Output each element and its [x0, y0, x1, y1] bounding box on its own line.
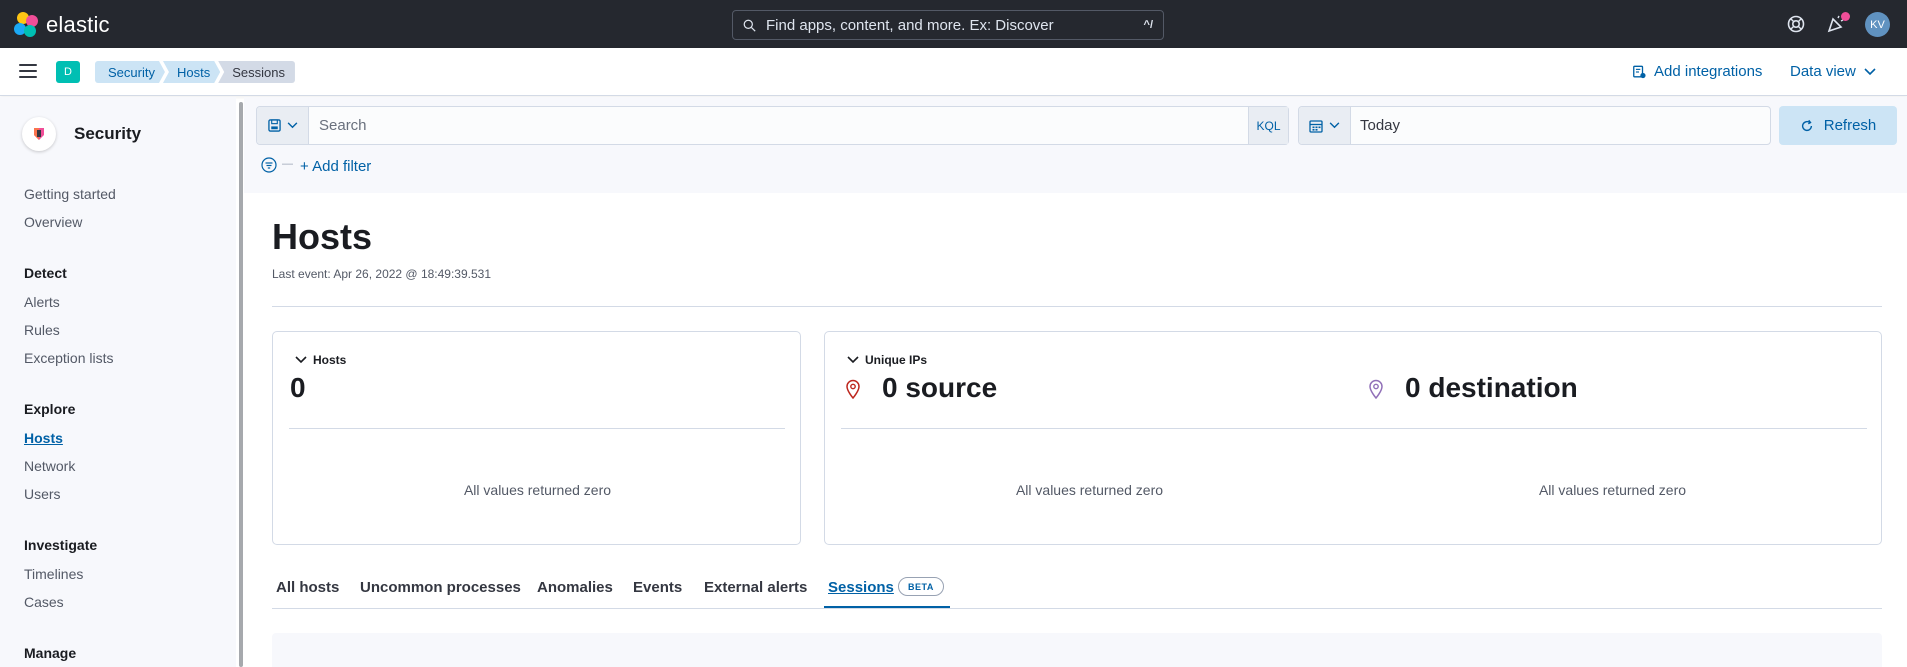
header-divider [272, 306, 1882, 307]
sidebar-title: Security [74, 124, 142, 143]
unique-ips-source-value: 0 source [882, 372, 998, 403]
unique-ips-kpi-panel: Unique IPs 0 source 0 destination All va… [824, 331, 1882, 545]
hosts-kpi-divider [289, 428, 785, 429]
sidebar-item-getting-started[interactable]: Getting started [24, 186, 116, 202]
sidebar-header: Security [22, 117, 141, 151]
data-view-menu[interactable]: Data view [1790, 63, 1876, 80]
quick-date-button[interactable] [1299, 107, 1351, 144]
refresh-button[interactable]: Refresh [1779, 106, 1897, 145]
breadcrumb-bar: D Security Hosts Sessions Add integratio… [0, 48, 1907, 96]
sidebar-group-explore: Explore [24, 401, 76, 417]
top-header: elastic Find apps, content, and more. Ex… [0, 0, 1907, 48]
search-icon [743, 19, 756, 32]
saved-query-icon [267, 119, 281, 132]
sessions-content-area [272, 633, 1882, 667]
tab-external-alerts[interactable]: External alerts [704, 579, 807, 596]
menu-toggle-icon[interactable] [19, 64, 37, 80]
unique-ips-source-empty: All values returned zero [1015, 482, 1164, 498]
data-view-label: Data view [1790, 63, 1856, 80]
space-selector[interactable]: D [56, 61, 80, 83]
sidebar-item-alerts[interactable]: Alerts [24, 294, 60, 310]
sidebar-item-users[interactable]: Users [24, 486, 61, 502]
tab-sessions[interactable]: Sessions [828, 579, 894, 596]
sidebar-item-hosts[interactable]: Hosts [24, 430, 63, 446]
filter-separator: — [282, 158, 293, 170]
hosts-kpi-header[interactable]: Hosts [295, 353, 346, 367]
query-language-toggle[interactable]: KQL [1248, 107, 1288, 144]
hosts-kpi-label: Hosts [313, 353, 347, 367]
breadcrumb-security[interactable]: Security [95, 61, 165, 83]
chevron-down-icon [847, 356, 859, 364]
date-range-value: Today [1360, 117, 1401, 134]
date-picker[interactable]: Today [1298, 106, 1771, 145]
help-icon[interactable] [1786, 14, 1806, 34]
calendar-icon [1309, 119, 1323, 133]
integrations-icon [1633, 65, 1646, 78]
sidebar-item-exception-lists[interactable]: Exception lists [24, 350, 113, 366]
shortcut-hint: ^/ [1143, 19, 1153, 31]
query-search-bar[interactable]: Search KQL [256, 106, 1289, 145]
security-sidebar: Security Getting started Overview Detect… [0, 97, 236, 667]
add-filter-button[interactable]: + Add filter [300, 158, 371, 175]
chevron-down-icon [287, 122, 297, 129]
sidebar-item-overview[interactable]: Overview [24, 214, 82, 230]
unique-ips-kpi-label: Unique IPs [865, 353, 928, 367]
chevron-down-icon [1864, 67, 1876, 75]
chevron-down-icon [1329, 122, 1340, 129]
hosts-kpi-value: 0 [290, 372, 306, 403]
breadcrumb-hosts[interactable]: Hosts [163, 61, 220, 83]
map-marker-destination-icon [1369, 379, 1383, 399]
unique-ips-kpi-header[interactable]: Unique IPs [847, 353, 927, 367]
hosts-kpi-empty: All values returned zero [463, 482, 612, 498]
brand-name: elastic [46, 12, 110, 37]
unique-ips-kpi-divider [841, 428, 1867, 429]
elastic-logo-icon [14, 12, 40, 38]
saved-query-button[interactable] [257, 107, 309, 144]
security-app-icon [22, 117, 56, 151]
sidebar-group-investigate: Investigate [24, 537, 98, 553]
filter-menu-icon[interactable] [261, 157, 277, 173]
active-tab-indicator [824, 606, 950, 608]
page-title: Hosts [272, 216, 373, 257]
user-avatar[interactable]: KV [1865, 12, 1890, 37]
add-integrations-label: Add integrations [1654, 63, 1763, 80]
sidebar-item-network[interactable]: Network [24, 458, 75, 474]
breadcrumb: Security Hosts Sessions [95, 61, 295, 83]
sidebar-group-manage: Manage [24, 645, 77, 661]
breadcrumb-sessions: Sessions [218, 61, 295, 83]
hosts-kpi-panel: Hosts 0 All values returned zero [272, 331, 801, 545]
unique-ips-destination-value: 0 destination [1405, 372, 1578, 403]
chevron-down-icon [295, 356, 307, 364]
add-integrations-link[interactable]: Add integrations [1632, 63, 1762, 80]
sidebar-scrollbar[interactable] [239, 102, 243, 667]
tab-uncommon-processes[interactable]: Uncommon processes [360, 579, 521, 596]
sidebar-group-detect: Detect [24, 265, 67, 281]
sidebar-item-timelines[interactable]: Timelines [24, 566, 83, 582]
refresh-label: Refresh [1823, 117, 1877, 134]
notification-dot [1841, 12, 1850, 21]
unique-ips-destination-empty: All values returned zero [1538, 482, 1687, 498]
hosts-tabs: All hosts Uncommon processes Anomalies E… [272, 573, 1882, 609]
tab-anomalies[interactable]: Anomalies [537, 579, 613, 596]
global-search[interactable]: Find apps, content, and more. Ex: Discov… [732, 10, 1164, 40]
tab-events[interactable]: Events [633, 579, 682, 596]
query-search-placeholder: Search [319, 117, 367, 134]
refresh-icon [1801, 119, 1812, 131]
last-event-text: Last event: Apr 26, 2022 @ 18:49:39.531 [272, 267, 492, 281]
sidebar-item-cases[interactable]: Cases [24, 594, 64, 610]
map-marker-source-icon [846, 379, 860, 399]
sidebar-item-rules[interactable]: Rules [24, 322, 60, 338]
elastic-logo[interactable]: elastic [14, 12, 110, 38]
beta-badge: BETA [898, 577, 944, 596]
tab-all-hosts[interactable]: All hosts [276, 579, 339, 596]
global-search-placeholder: Find apps, content, and more. Ex: Discov… [766, 16, 1054, 34]
